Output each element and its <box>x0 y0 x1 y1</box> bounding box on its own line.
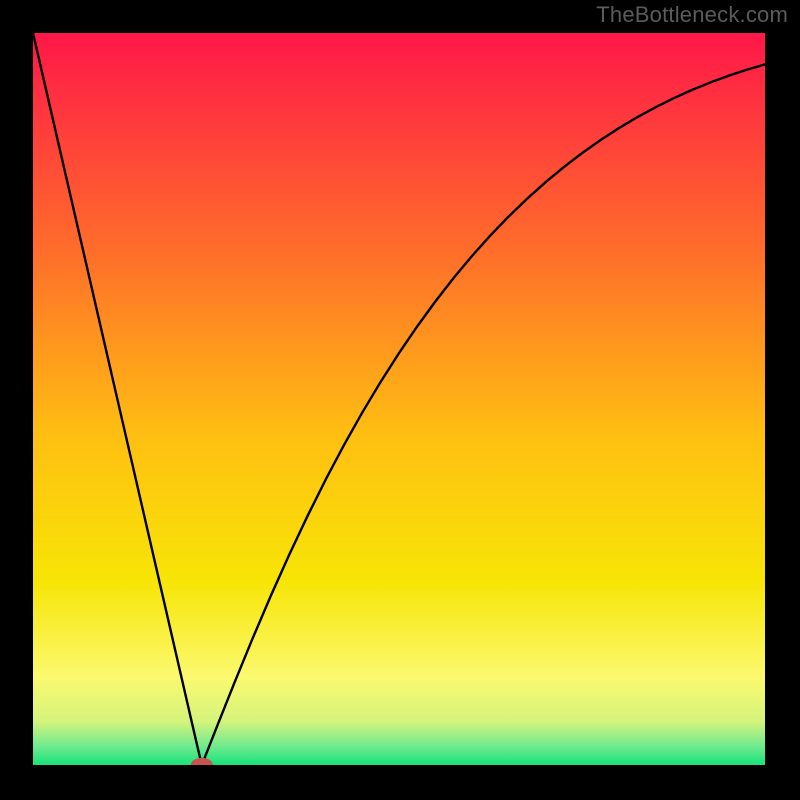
chart-outer-frame: TheBottleneck.com <box>0 0 800 800</box>
attribution-text: TheBottleneck.com <box>596 2 788 28</box>
plot-area <box>33 33 765 765</box>
bottleneck-chart <box>33 33 765 765</box>
gradient-background <box>33 33 765 765</box>
